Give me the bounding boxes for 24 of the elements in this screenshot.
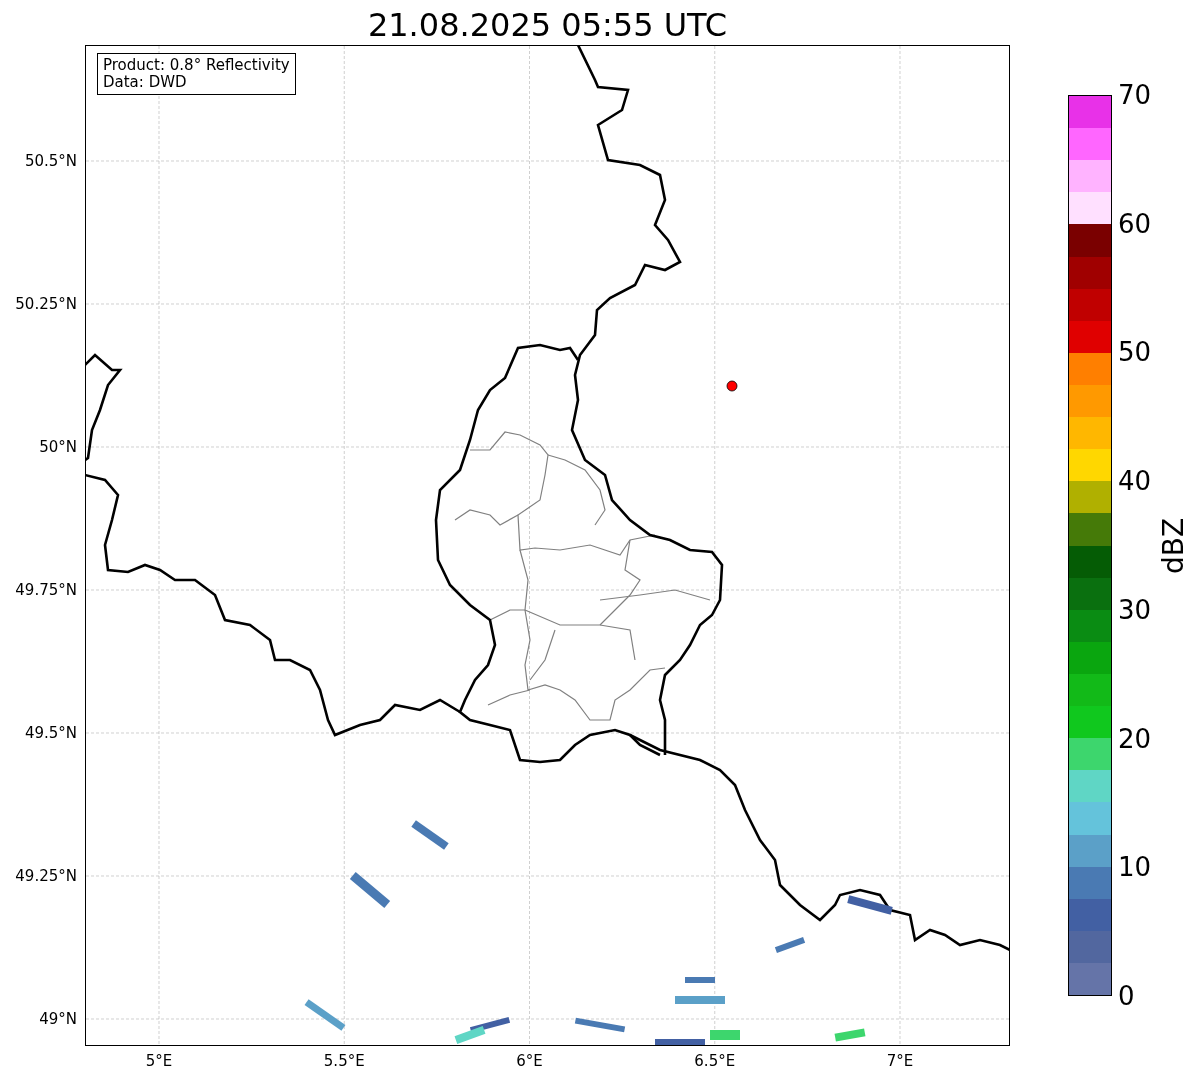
colorbar-tick-label: 40: [1118, 466, 1152, 497]
legend-text: Product: 0.8° Reflectivity: [103, 57, 290, 74]
colorbar-tick-label: 70: [1118, 80, 1152, 110]
colorbar-tick-label: 0: [1118, 981, 1135, 1011]
colorbar-tick-label: 20: [1118, 723, 1152, 754]
longitude-label: 6.5°E: [694, 1052, 736, 1070]
legend-text: Data: DWD: [103, 74, 188, 91]
latitude-label: 50.5°N: [24, 152, 77, 170]
longitude-label: 5.5°E: [323, 1052, 365, 1070]
latitude-label: 49.5°N: [24, 724, 77, 742]
colorbar-tick-label: 10: [1118, 852, 1152, 883]
latitude-label: 50.25°N: [15, 295, 77, 313]
latitude-label: 50°N: [39, 438, 77, 456]
latitude-label: 49°N: [39, 1010, 77, 1028]
colorbar-tick-label: 60: [1118, 208, 1152, 239]
colorbar-label: dBZ: [1158, 517, 1190, 574]
colorbar-tick-label: 30: [1118, 594, 1152, 625]
chart-title: 21.08.2025 05:55 UTC: [367, 5, 728, 45]
latitude-label: 49.25°N: [15, 867, 77, 885]
longitude-label: 5°E: [145, 1052, 173, 1070]
longitude-label: 6°E: [516, 1052, 543, 1070]
latitude-label: 49.75°N: [15, 581, 77, 599]
longitude-label: 7°E: [886, 1052, 914, 1070]
colorbar-tick-label: 50: [1118, 337, 1152, 368]
